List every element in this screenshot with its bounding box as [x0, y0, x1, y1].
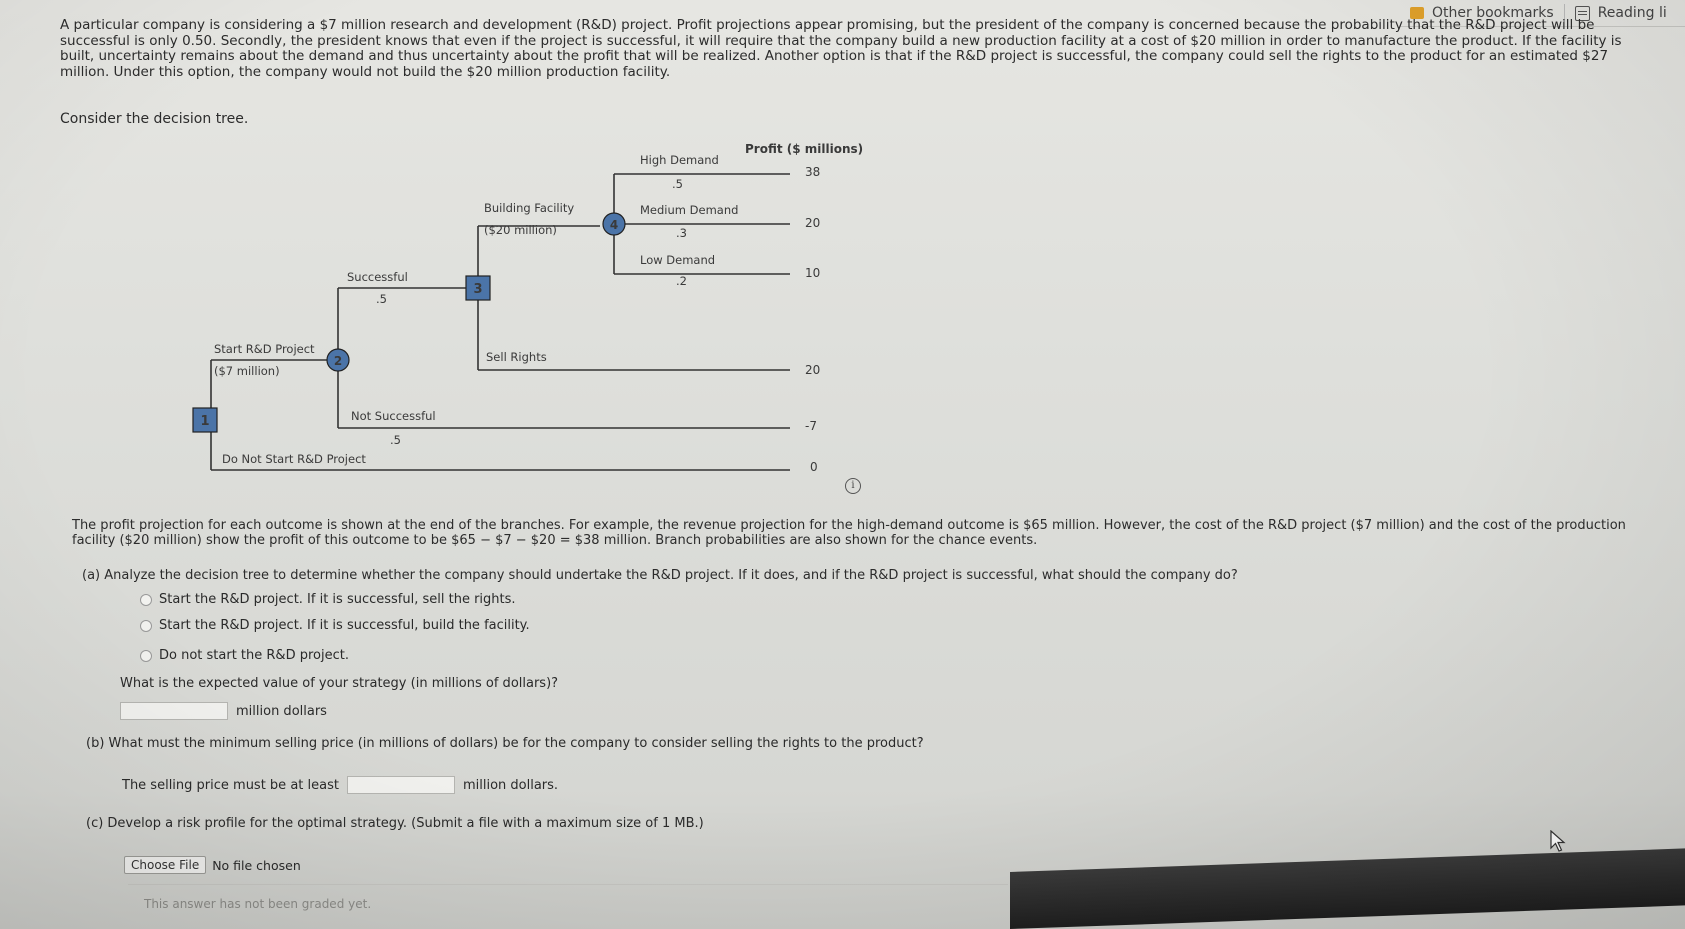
- payoff-medium: 20: [805, 216, 820, 230]
- branch-prob-medium: .3: [676, 226, 687, 240]
- selling-price-suffix: million dollars.: [462, 777, 559, 793]
- file-upload-row: Choose File No file chosen: [124, 856, 301, 874]
- selling-price-row: The selling price must be at least milli…: [122, 776, 558, 794]
- option-build-facility-label: Start the R&D project. If it is successf…: [159, 618, 530, 633]
- branch-label-start-rd: Start R&D Project: [214, 342, 315, 356]
- node-4-label: 4: [610, 218, 618, 232]
- part-a-question: (a) Analyze the decision tree to determi…: [82, 568, 1238, 583]
- branch-prob-high: .5: [672, 177, 683, 191]
- radio-build-facility[interactable]: [140, 619, 152, 632]
- no-file-label: No file chosen: [212, 857, 301, 873]
- branch-prob-low: .2: [676, 274, 687, 288]
- node-2-label: 2: [334, 354, 342, 368]
- radio-do-not-start[interactable]: [140, 649, 152, 662]
- expected-value-question: What is the expected value of your strat…: [120, 676, 559, 691]
- choose-file-button[interactable]: Choose File: [124, 856, 207, 874]
- branch-label-medium: Medium Demand: [640, 203, 738, 217]
- branch-prob-not-successful: .5: [390, 433, 401, 447]
- branch-label-start-rd-cost: ($7 million): [214, 364, 280, 378]
- profit-explanation: The profit projection for each outcome i…: [72, 518, 1626, 548]
- expected-value-unit: million dollars: [236, 703, 327, 719]
- branch-label-successful: Successful: [347, 270, 408, 284]
- info-icon[interactable]: i: [845, 478, 861, 494]
- branch-prob-successful: .5: [376, 292, 387, 306]
- payoff-do-not-start: 0: [810, 460, 818, 474]
- node-1-label: 1: [200, 414, 209, 429]
- payoff-sell: 20: [805, 363, 820, 377]
- decision-tree: 1 3 2 4 Profit ($ millions) High Demand …: [192, 142, 863, 474]
- selling-price-prefix: The selling price must be at least: [122, 777, 339, 793]
- profit-header: Profit ($ millions): [745, 142, 863, 156]
- graded-status: This answer has not been graded yet.: [128, 884, 1008, 920]
- expected-value-input[interactable]: [120, 702, 228, 720]
- payoff-low: 10: [805, 266, 820, 280]
- branch-label-sell-rights: Sell Rights: [486, 350, 547, 364]
- branch-label-low: Low Demand: [640, 253, 715, 267]
- option-sell-rights-label: Start the R&D project. If it is successf…: [159, 592, 516, 607]
- node-3-label: 3: [473, 282, 482, 297]
- branch-label-building: Building Facility: [484, 201, 574, 215]
- branch-label-not-successful: Not Successful: [351, 409, 436, 423]
- radio-sell-rights[interactable]: [140, 593, 152, 606]
- mouse-cursor-icon: [1550, 830, 1566, 852]
- part-b-question: (b) What must the minimum selling price …: [86, 736, 924, 751]
- branch-label-high: High Demand: [640, 153, 719, 167]
- branch-label-do-not-start: Do Not Start R&D Project: [222, 452, 366, 466]
- branch-label-building-cost: ($20 million): [484, 223, 557, 237]
- option-build-facility[interactable]: Start the R&D project. If it is successf…: [140, 618, 530, 633]
- option-do-not-start-label: Do not start the R&D project.: [159, 648, 349, 663]
- expected-value-row: million dollars: [120, 702, 327, 720]
- selling-price-input[interactable]: [346, 776, 455, 794]
- question-content: A particular company is considering a $7…: [0, 0, 1685, 929]
- option-do-not-start[interactable]: Do not start the R&D project.: [140, 648, 349, 663]
- payoff-not-successful: -7: [805, 419, 817, 433]
- payoff-high: 38: [805, 165, 820, 179]
- part-c-question: (c) Develop a risk profile for the optim…: [86, 816, 704, 831]
- option-sell-rights[interactable]: Start the R&D project. If it is successf…: [140, 592, 516, 607]
